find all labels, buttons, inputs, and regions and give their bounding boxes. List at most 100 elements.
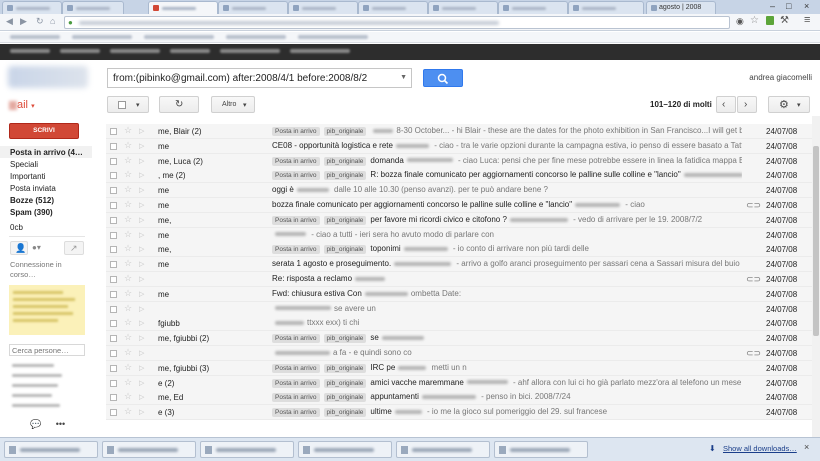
email-label-chip[interactable]: Posta in arrivo	[272, 127, 320, 136]
wrench-icon[interactable]: ⚒	[780, 15, 789, 26]
sidebar-item[interactable]: Bozze (512)	[10, 196, 54, 205]
importance-marker-icon[interactable]: ▷	[139, 305, 144, 313]
email-row[interactable]: ☆ ▷ me - ciao a tutti - ieri sera ho avuto…	[106, 227, 812, 243]
row-checkbox[interactable]	[110, 231, 117, 239]
row-checkbox[interactable]	[110, 172, 117, 180]
row-checkbox[interactable]	[110, 379, 117, 387]
importance-marker-icon[interactable]: ▷	[139, 201, 144, 209]
email-row[interactable]: ☆ ▷ a fa - e quindi sono co ⊂⊃ 24/07/08	[106, 346, 812, 361]
star-icon[interactable]: ☆	[124, 199, 132, 210]
next-page-button[interactable]: ›	[737, 96, 757, 113]
email-row[interactable]: ☆ ▷ me Fwd: chiusura estiva Con ombetta Date…	[106, 286, 812, 302]
star-icon[interactable]: ☆	[124, 288, 132, 299]
find-people-input[interactable]	[9, 344, 85, 356]
status-dropdown-icon[interactable]: ●▾	[32, 243, 41, 252]
importance-marker-icon[interactable]: ▷	[139, 142, 144, 150]
scrollbar[interactable]	[812, 116, 820, 437]
star-icon[interactable]: ☆	[124, 258, 132, 269]
browser-tab-gmail[interactable]	[148, 1, 218, 14]
browser-tab[interactable]	[2, 1, 62, 14]
contact-item[interactable]	[12, 394, 52, 397]
email-row[interactable]: ☆ ▷ me, Blair (2) Posta in arrivo pib_origin…	[106, 124, 812, 139]
star-icon[interactable]: ☆	[124, 362, 132, 373]
scrollbar-thumb[interactable]	[813, 146, 819, 336]
sidebar-item[interactable]: Speciali	[10, 160, 38, 169]
row-checkbox[interactable]	[110, 261, 117, 269]
importance-marker-icon[interactable]: ▷	[139, 171, 144, 179]
email-row[interactable]: ☆ ▷ me oggi è dalle 10 alle 10.30 (penso av…	[106, 183, 812, 199]
back-icon[interactable]: ◀	[6, 16, 13, 27]
extension-icon[interactable]	[766, 16, 774, 25]
compose-button[interactable]: SCRIVI	[9, 123, 79, 139]
row-checkbox[interactable]	[110, 394, 117, 402]
row-checkbox[interactable]	[110, 335, 117, 343]
search-button[interactable]	[423, 69, 463, 87]
importance-marker-icon[interactable]: ▷	[139, 157, 144, 165]
sidebar-item[interactable]: Importanti	[10, 172, 46, 181]
sidebar-item[interactable]: 0cb	[10, 223, 23, 232]
star-icon[interactable]: ☆	[124, 406, 132, 417]
contact-item[interactable]	[12, 384, 58, 387]
importance-marker-icon[interactable]: ▷	[139, 290, 144, 298]
star-icon[interactable]: ☆	[124, 140, 132, 151]
maximize-icon[interactable]: □	[786, 1, 791, 11]
browser-tab[interactable]	[62, 1, 124, 14]
chat-bubble-icon[interactable]: 💬	[30, 419, 41, 429]
address-bar[interactable]: ●	[64, 16, 730, 29]
row-checkbox[interactable]	[110, 276, 117, 283]
importance-marker-icon[interactable]: ▷	[139, 364, 144, 372]
row-checkbox[interactable]	[110, 216, 117, 224]
browser-tab[interactable]	[428, 1, 498, 14]
email-row[interactable]: ☆ ▷ fgiubb ttxxx exx) ti chi 24/07/08	[106, 316, 812, 332]
browser-tab-agosto[interactable]: agosto | 2008	[646, 1, 716, 14]
star-icon[interactable]: ☆	[124, 273, 132, 284]
email-label-chip[interactable]: pib_originale	[323, 363, 367, 373]
row-checkbox[interactable]	[110, 290, 117, 298]
email-label-chip[interactable]: Posta in arrivo	[272, 245, 320, 255]
star-icon[interactable]: ☆	[124, 303, 132, 314]
minimize-icon[interactable]: –	[770, 1, 775, 11]
show-all-downloads-link[interactable]: Show all downloads…	[723, 444, 797, 453]
star-icon[interactable]: ☆	[124, 155, 132, 166]
importance-marker-icon[interactable]: ▷	[139, 216, 144, 224]
email-row[interactable]: ☆ ▷ me, fgiubbi (2) Posta in arrivo pib_orig…	[106, 331, 812, 347]
more-button[interactable]: Altro ▾	[211, 96, 255, 113]
email-label-chip[interactable]: pib_originale	[323, 378, 367, 388]
importance-marker-icon[interactable]: ▷	[139, 408, 144, 416]
importance-marker-icon[interactable]: ▷	[139, 127, 144, 135]
download-item[interactable]	[494, 441, 588, 458]
star-icon[interactable]: ☆	[124, 332, 132, 343]
star-icon[interactable]: ☆	[124, 184, 132, 195]
row-checkbox[interactable]	[110, 305, 117, 313]
email-row[interactable]: ☆ ▷ Re: risposta a reclamo ⊂⊃ 24/07/08	[106, 272, 812, 287]
account-name[interactable]: andrea giacomelli	[749, 73, 812, 82]
select-all-button[interactable]: ▾	[107, 96, 149, 113]
row-checkbox[interactable]	[110, 157, 117, 165]
star-icon[interactable]: ☆	[124, 317, 132, 328]
email-label-chip[interactable]: Posta in arrivo	[272, 156, 320, 166]
row-checkbox[interactable]	[110, 187, 117, 195]
star-icon[interactable]: ☆	[124, 229, 132, 240]
email-label-chip[interactable]: Posta in arrivo	[272, 215, 320, 225]
home-icon[interactable]: ⌂	[50, 16, 55, 26]
email-row[interactable]: ☆ ▷ me, Posta in arrivo pib_originale toponim…	[106, 242, 812, 258]
email-row[interactable]: ☆ ▷ me, Ed Posta in arrivo pib_originale appu…	[106, 390, 812, 406]
sidebar-item[interactable]: Posta inviata	[10, 184, 56, 193]
download-item[interactable]	[298, 441, 392, 458]
close-downloads-icon[interactable]: ×	[804, 442, 809, 452]
importance-marker-icon[interactable]: ▷	[139, 319, 144, 327]
row-checkbox[interactable]	[110, 320, 117, 328]
email-row[interactable]: ☆ ▷ me, Luca (2) Posta in arrivo pib_origina…	[106, 153, 812, 169]
more-options-icon[interactable]: •••	[56, 419, 65, 429]
row-checkbox[interactable]	[110, 202, 117, 209]
google-logo[interactable]	[8, 66, 88, 88]
download-item[interactable]	[102, 441, 196, 458]
email-label-chip[interactable]: Posta in arrivo	[272, 378, 320, 388]
sidebar-item[interactable]: Spam (390)	[10, 208, 53, 217]
importance-marker-icon[interactable]: ▷	[139, 379, 144, 387]
row-checkbox[interactable]	[110, 350, 117, 357]
importance-marker-icon[interactable]: ▷	[139, 275, 144, 283]
contact-item[interactable]	[12, 374, 62, 377]
email-label-chip[interactable]: Posta in arrivo	[272, 334, 320, 344]
browser-tab[interactable]	[358, 1, 428, 14]
